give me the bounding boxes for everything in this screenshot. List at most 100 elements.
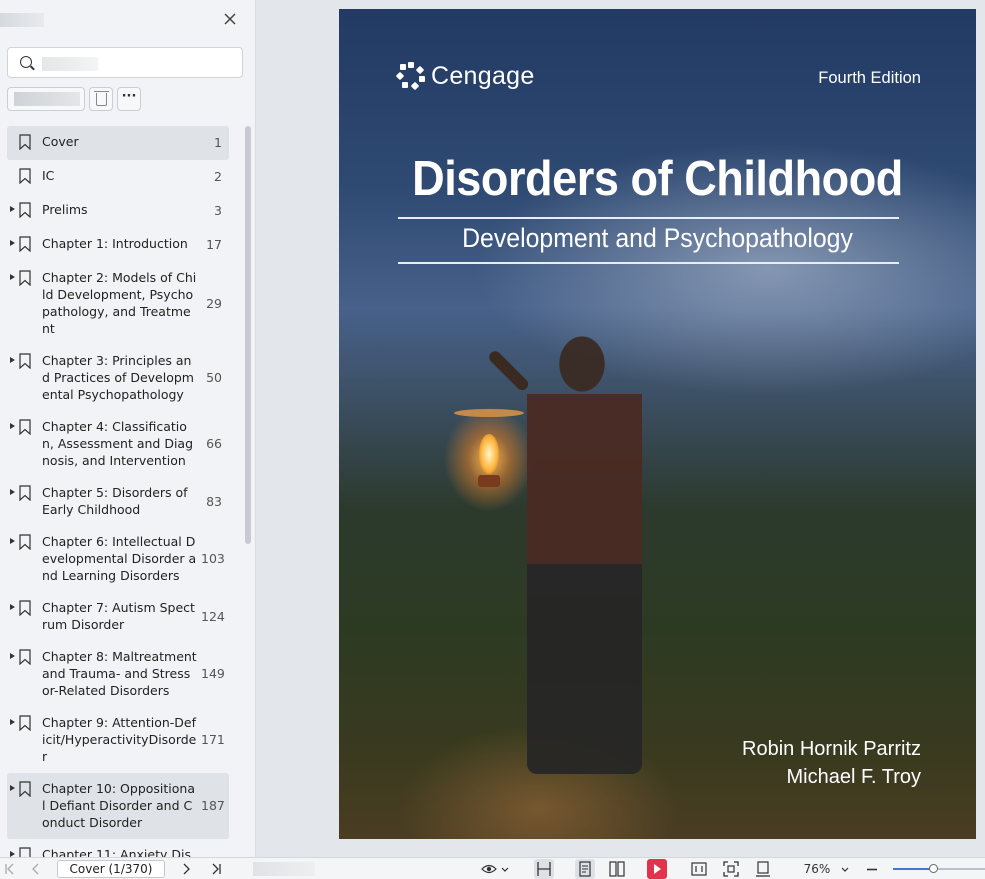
view-mode-dropdown[interactable] [480,859,512,879]
toc-item[interactable]: Prelims 3 [7,194,229,228]
toc-item-title: Chapter 2: Models of Child Development, … [42,270,197,336]
bookmark-icon [18,715,32,731]
toc-item-title: Chapter 6: Intellectual Developmental Di… [42,534,197,583]
toc-item-title: Chapter 1: Introduction [42,236,188,251]
pdf-page-cover: Cengage Fourth Edition Disorders of Chil… [339,9,976,839]
expand-caret-icon[interactable] [7,599,17,633]
bookmark-icon [18,600,32,616]
search-box[interactable] [7,47,243,78]
cengage-logo-icon [395,62,425,91]
expand-caret-icon[interactable] [7,846,17,857]
fit-width-button[interactable] [534,859,554,879]
toc-item[interactable]: Chapter 2: Models of Child Development, … [7,262,229,345]
close-sidebar-button[interactable] [221,10,239,28]
bookmark-icon [18,847,32,857]
outline-sidebar: ··· Cover 1 IC 2 Prelims 3 Chapter 1: Introduc… [0,0,256,857]
zoom-level[interactable]: 76% [797,858,837,879]
toc-item[interactable]: Chapter 8: Maltreatment and Trauma- and … [7,641,229,707]
first-page-button[interactable] [2,858,18,879]
bookmark-icon [18,236,32,252]
expand-caret-icon[interactable] [7,269,17,337]
status-toolbar: Cover (1/370) 76% [0,857,985,879]
toc-item-page: 83 [206,493,222,509]
play-slideshow-button[interactable] [647,859,667,879]
fullscreen-button[interactable] [721,859,741,879]
add-bookmark-label-redacted [14,92,80,106]
last-page-button[interactable] [208,858,224,879]
add-bookmark-button[interactable] [7,87,85,111]
toc-item[interactable]: Chapter 5: Disorders of Early Childhood 8… [7,477,229,526]
cover-path [339,609,976,839]
single-page-icon [579,861,591,877]
search-input[interactable] [38,52,238,74]
toc-item-title: Chapter 11: Anxiety Disorders, Obsessive… [42,847,191,857]
zoom-dropdown-button[interactable] [838,859,852,879]
document-viewport[interactable]: Cengage Fourth Edition Disorders of Chil… [256,0,985,857]
toc-item[interactable]: Chapter 9: Attention-Deficit/Hyperactivi… [7,707,229,773]
fullscreen-icon [723,861,739,877]
toc-item-page: 171 [201,732,225,747]
caret-spacer [7,133,17,152]
expand-caret-icon[interactable] [7,780,17,831]
toc-item[interactable]: IC 2 [7,160,229,194]
expand-caret-icon[interactable] [7,648,17,699]
chevron-left-icon [32,863,39,875]
two-page-icon [609,861,625,877]
publisher-logo: Cengage [395,61,535,91]
prev-page-button[interactable] [28,858,44,879]
bookmark-icon [18,534,32,550]
expand-caret-icon[interactable] [7,714,17,765]
expand-caret-icon[interactable] [7,352,17,403]
toc-item[interactable]: Chapter 6: Intellectual Developmental Di… [7,526,229,592]
single-page-button[interactable] [575,859,595,879]
toc-item-title: Chapter 3: Principles and Practices of D… [42,353,194,402]
toc-item-title: IC [42,168,55,183]
fit-page-icon [756,861,770,877]
bookmark-icon [18,419,32,435]
toc-item-page: 2 [214,169,222,184]
bookmark-icon [18,202,32,218]
delete-bookmark-button[interactable] [89,87,113,111]
edition-label: Fourth Edition [818,69,921,87]
expand-caret-icon[interactable] [7,418,17,469]
toc-item[interactable]: Cover 1 [7,126,229,160]
page-number-field[interactable]: Cover (1/370) [57,860,165,878]
toc-item-page: 3 [214,203,222,218]
toc-item[interactable]: Chapter 3: Principles and Practices of D… [7,345,229,411]
toc-item[interactable]: Chapter 7: Autism Spectrum Disorder 124 [7,592,229,641]
book-subtitle: Development and Psychopathology [462,223,853,253]
status-text-redacted [253,862,315,876]
toc-item[interactable]: Chapter 1: Introduction 17 [7,228,229,262]
toc-item-title: Chapter 4: Classification, Assessment an… [42,419,194,468]
fit-page-button[interactable] [753,859,773,879]
expand-caret-icon[interactable] [7,484,17,518]
zoom-slider-handle[interactable] [928,864,938,873]
authors: Robin Hornik Parritz Michael F. Troy [742,735,921,791]
toc-item[interactable]: Chapter 10: Oppositional Defiant Disorde… [7,773,229,839]
bookmark-icon [18,134,32,150]
app-logo [0,13,44,27]
toc-item-page: 66 [206,436,222,451]
cover-boy-arm [486,348,531,393]
two-page-button[interactable] [607,859,627,879]
toc-item-title: Prelims [42,202,88,217]
close-icon [224,13,236,25]
toc-item[interactable]: Chapter 11: Anxiety Disorders, Obsessive… [7,839,229,857]
fit-width-icon [537,862,551,876]
next-page-button[interactable] [178,858,194,879]
minus-icon [867,868,877,871]
bookmark-icon [18,649,32,665]
expand-caret-icon[interactable] [7,235,17,254]
cover-boy-silhouette [527,334,642,774]
toc-item-page: 124 [201,608,225,624]
trash-icon [94,91,109,106]
zoom-out-button[interactable] [864,859,880,879]
sidebar-scrollbar[interactable] [245,126,251,544]
more-options-button[interactable]: ··· [117,87,141,111]
expand-caret-icon[interactable] [7,201,17,220]
bookmark-icon [18,485,32,501]
expand-caret-icon[interactable] [7,533,17,584]
reading-mode-button[interactable] [689,859,709,879]
lantern-image [454,409,524,494]
toc-item[interactable]: Chapter 4: Classification, Assessment an… [7,411,229,477]
